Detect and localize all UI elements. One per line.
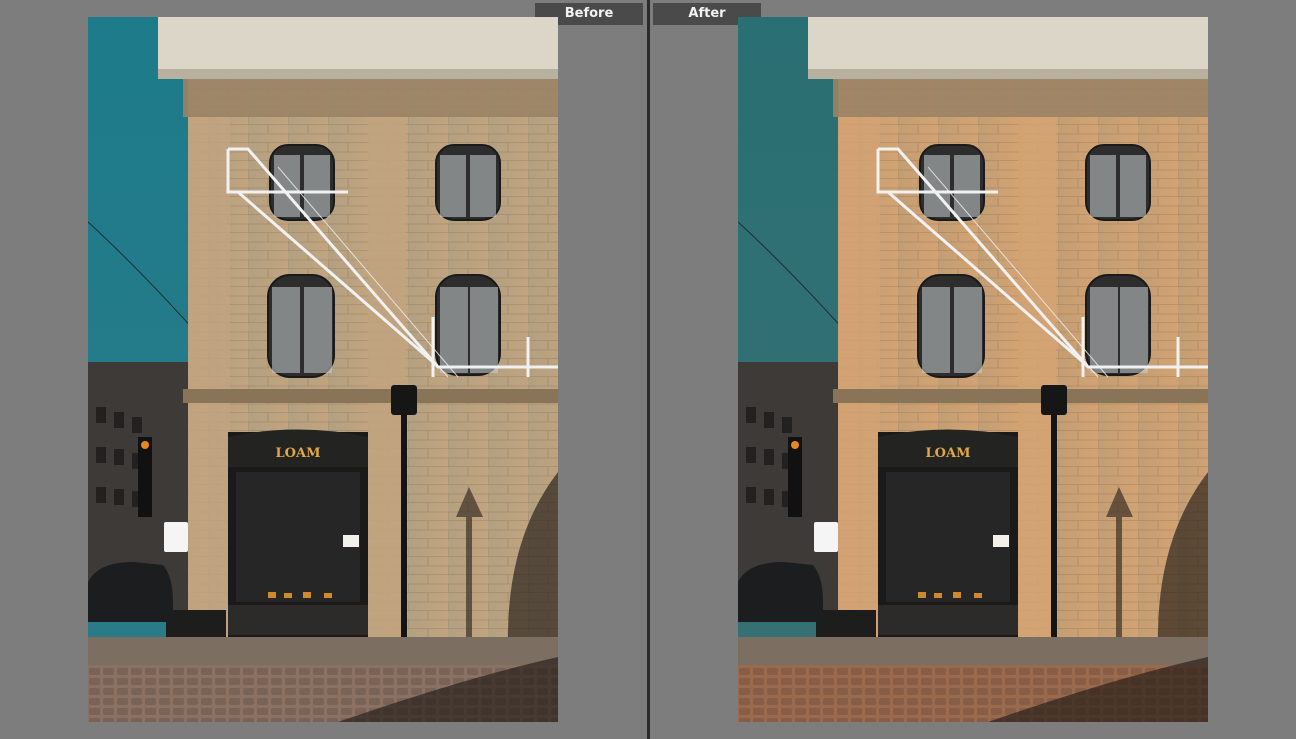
- before-pane: Before LOAM: [0, 0, 647, 739]
- after-photo: LOAM: [738, 17, 1208, 722]
- storefront-scene: LOAM: [738, 17, 1208, 722]
- storefront-scene: LOAM: [88, 17, 558, 722]
- svg-text:LOAM: LOAM: [926, 446, 971, 461]
- svg-text:LOAM: LOAM: [276, 446, 321, 461]
- after-pane: After LOAM: [650, 0, 1296, 739]
- before-photo: LOAM: [88, 17, 558, 722]
